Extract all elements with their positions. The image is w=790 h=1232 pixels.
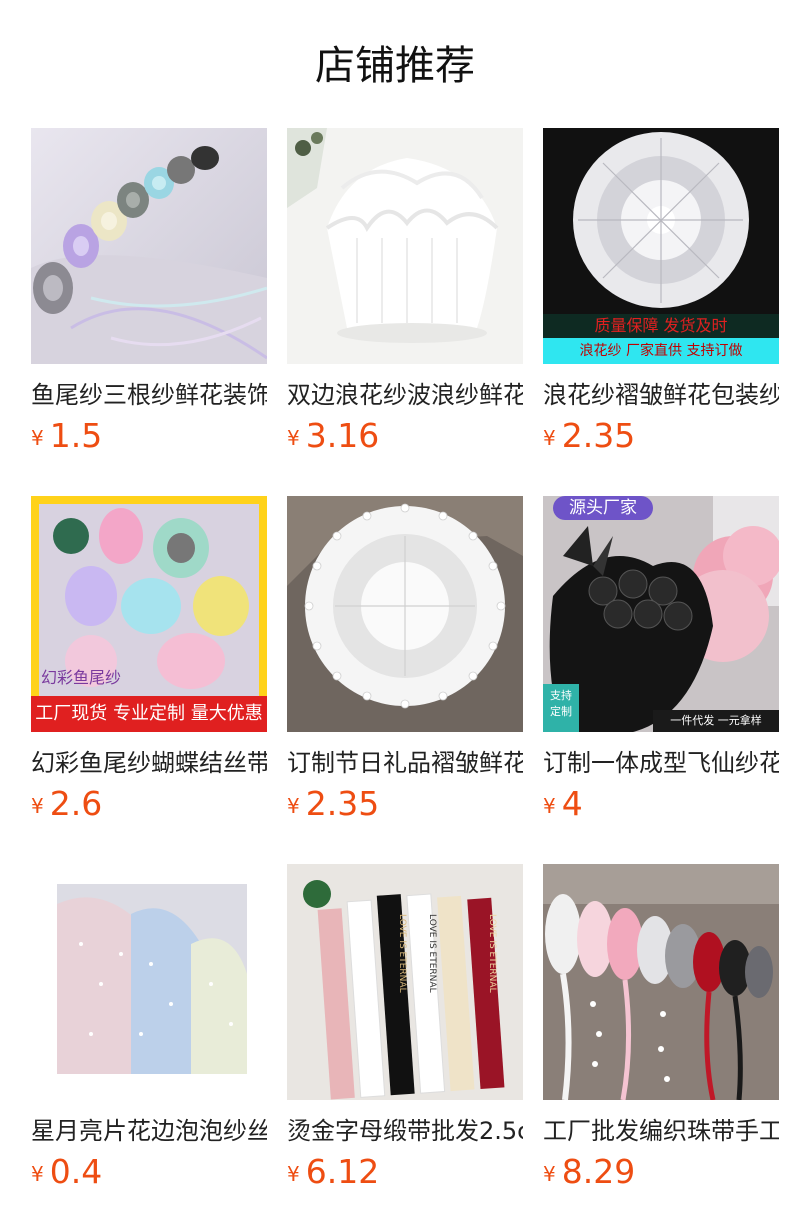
product-image-ribbon-rolls[interactable] <box>31 128 267 364</box>
price-value: 2.6 <box>49 784 103 823</box>
currency-symbol: ¥ <box>543 1162 556 1186</box>
ribbon-print-text: LOVE IS ETERNAL <box>487 914 497 993</box>
factory-stock-banner: 工厂现货 专业定制 量大优惠 <box>35 703 263 724</box>
price-value: 3.16 <box>305 416 380 455</box>
product-name[interactable]: 工厂批发编织珠带手工 <box>543 1114 779 1148</box>
product-card[interactable]: 双边浪花纱波浪纱鲜花 ¥3.16 <box>287 128 523 458</box>
product-price: ¥6.12 <box>287 1150 379 1194</box>
custom-badge-line1: 支持 <box>550 689 572 702</box>
page-title: 店铺推荐 <box>315 43 475 89</box>
iridescent-label: 幻彩鱼尾纱 <box>41 668 122 687</box>
currency-symbol: ¥ <box>543 426 556 450</box>
product-image-sequin-tulle[interactable] <box>31 864 267 1100</box>
dropship-banner: 一件代发 一元拿样 <box>670 714 762 727</box>
price-value: 1.5 <box>49 416 103 455</box>
product-image-pearl-beaded-ribbon[interactable] <box>543 864 779 1100</box>
currency-symbol: ¥ <box>287 1162 300 1186</box>
product-image-iridescent-rolls[interactable]: 幻彩鱼尾纱 工厂现货 专业定制 量大优惠 <box>31 496 267 732</box>
currency-symbol: ¥ <box>287 426 300 450</box>
currency-symbol: ¥ <box>287 794 300 818</box>
price-value: 2.35 <box>561 416 636 455</box>
source-factory-badge: 源头厂家 <box>569 498 637 518</box>
product-card[interactable]: 源头厂家 支持 定制 一件代发 一元拿样 订制一体成型飞仙纱花 ¥4 <box>543 496 779 826</box>
ribbon-print-text: LOVE IS ETERNAL <box>397 914 407 993</box>
product-card[interactable]: 工厂批发编织珠带手工 ¥8.29 <box>543 864 779 1194</box>
product-image-satin-letter-ribbon[interactable]: LOVE IS ETERNAL LOVE IS ETERNAL LOVE IS … <box>287 864 523 1100</box>
product-name[interactable]: 烫金字母缎带批发2.5cm <box>287 1114 523 1148</box>
currency-symbol: ¥ <box>31 794 44 818</box>
product-price: ¥0.4 <box>31 1150 102 1194</box>
product-name[interactable]: 星月亮片花边泡泡纱丝带 <box>31 1114 267 1148</box>
product-card[interactable]: 星月亮片花边泡泡纱丝带 ¥0.4 <box>31 864 267 1194</box>
price-value: 0.4 <box>49 1152 103 1191</box>
product-price: ¥8.29 <box>543 1150 635 1194</box>
product-name[interactable]: 鱼尾纱三根纱鲜花装饰 <box>31 378 267 412</box>
price-value: 6.12 <box>305 1152 380 1191</box>
product-price: ¥2.6 <box>31 782 102 826</box>
custom-badge: 支持 定制 <box>543 688 579 720</box>
quality-banner: 质量保障 发货及时 <box>594 316 728 335</box>
product-price: ¥4 <box>543 782 583 826</box>
product-price: ¥2.35 <box>287 782 379 826</box>
product-card[interactable]: 幻彩鱼尾纱 工厂现货 专业定制 量大优惠 幻彩鱼尾纱蝴蝶结丝带 ¥2.6 <box>31 496 267 826</box>
price-value: 4 <box>561 784 583 823</box>
product-image-pleated-flower[interactable]: 质量保障 发货及时 浪花纱 厂家直供 支持订做 <box>543 128 779 364</box>
product-card[interactable]: 鱼尾纱三根纱鲜花装饰 ¥1.5 <box>31 128 267 458</box>
product-image-black-bouquet[interactable]: 源头厂家 支持 定制 一件代发 一元拿样 <box>543 496 779 732</box>
product-name[interactable]: 幻彩鱼尾纱蝴蝶结丝带 <box>31 746 267 780</box>
product-image-white-ruffle[interactable] <box>287 128 523 364</box>
product-card[interactable]: LOVE IS ETERNAL LOVE IS ETERNAL LOVE IS … <box>287 864 523 1194</box>
product-name[interactable]: 双边浪花纱波浪纱鲜花 <box>287 378 523 412</box>
price-value: 2.35 <box>305 784 380 823</box>
product-image-pearl-ruffle[interactable] <box>287 496 523 732</box>
currency-symbol: ¥ <box>31 1162 44 1186</box>
product-price: ¥1.5 <box>31 414 102 458</box>
product-price: ¥2.35 <box>543 414 635 458</box>
custom-badge-line2: 定制 <box>550 705 572 718</box>
ribbon-print-text: LOVE IS ETERNAL <box>427 914 437 993</box>
currency-symbol: ¥ <box>31 426 44 450</box>
product-price: ¥3.16 <box>287 414 379 458</box>
product-card[interactable]: 订制节日礼品褶皱鲜花 ¥2.35 <box>287 496 523 826</box>
product-name[interactable]: 订制节日礼品褶皱鲜花 <box>287 746 523 780</box>
product-name[interactable]: 订制一体成型飞仙纱花 <box>543 746 779 780</box>
price-value: 8.29 <box>561 1152 636 1191</box>
factory-banner: 浪花纱 厂家直供 支持订做 <box>579 343 743 359</box>
product-card[interactable]: 质量保障 发货及时 浪花纱 厂家直供 支持订做 浪花纱褶皱鲜花包装纱 ¥2.35 <box>543 128 779 458</box>
currency-symbol: ¥ <box>543 794 556 818</box>
product-name[interactable]: 浪花纱褶皱鲜花包装纱 <box>543 378 779 412</box>
